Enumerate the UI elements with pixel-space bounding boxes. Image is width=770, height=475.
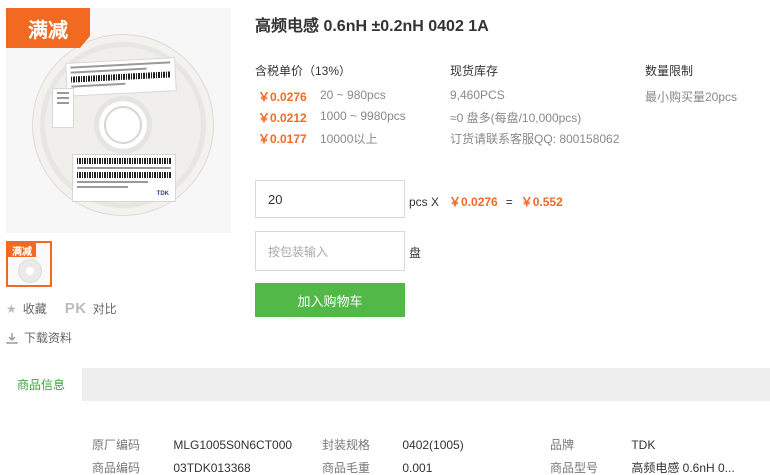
reel-label-top xyxy=(65,57,177,97)
download-icon xyxy=(6,332,18,344)
calc-total-price: ￥0.552 xyxy=(520,195,563,209)
pcs-label: pcs X xyxy=(409,194,440,209)
spec-key: 商品编码 xyxy=(92,461,141,475)
product-title: 高频电感 0.6nH ±0.2nH 0402 1A xyxy=(255,18,489,35)
spec-key: 封装规格 xyxy=(322,438,371,452)
spec-key: 原厂编码 xyxy=(92,438,141,452)
spec-model: 商品型号 高频电感 0.6nH 0... xyxy=(550,459,735,475)
limit-header: 数量限制 xyxy=(645,64,694,78)
spec-value: 0.001 xyxy=(402,461,433,475)
star-icon[interactable]: ★ xyxy=(6,302,17,316)
stock-contact: 订货请联系客服QQ: 800158062 xyxy=(450,132,620,146)
spec-value: 0402(1005) xyxy=(402,438,464,452)
thumbnail-promo-badge: 满减 xyxy=(8,243,36,258)
spec-value: TDK xyxy=(631,438,656,452)
pack-unit-label: 盘 xyxy=(409,246,422,260)
tab-product-info[interactable]: 商品信息 xyxy=(0,368,82,401)
reel-hub xyxy=(104,106,142,144)
stock-header: 现货库存 xyxy=(450,64,499,78)
tier-range: 1000 ~ 9980pcs xyxy=(320,109,406,123)
spec-key: 商品毛重 xyxy=(322,461,371,475)
tier-price: ￥0.0276 xyxy=(258,90,307,104)
compare-link[interactable]: 对比 xyxy=(93,300,117,317)
equals-sign: = xyxy=(505,194,513,209)
price-tier-3: ￥0.0177 10000以上 xyxy=(258,130,377,147)
reel-label-bottom: TDK xyxy=(72,154,176,202)
add-to-cart-button[interactable]: 加入购物车 xyxy=(255,283,405,317)
spec-key: 品牌 xyxy=(550,438,575,452)
reel-label-side xyxy=(52,88,74,128)
price-tier-1: ￥0.0276 20 ~ 980pcs xyxy=(258,88,386,105)
price-calculation: pcs X ￥0.0276 = ￥0.552 xyxy=(409,193,563,210)
min-purchase: 最小购买量20pcs xyxy=(645,90,738,104)
price-tier-2: ￥0.0212 1000 ~ 9980pcs xyxy=(258,109,406,126)
stock-quantity: 9,460PCS xyxy=(450,88,505,102)
spec-gross-weight: 商品毛重 0.001 xyxy=(322,459,432,475)
price-header: 含税单价（13%） xyxy=(255,64,352,78)
product-actions: ★ 收藏 PK 对比 xyxy=(6,300,117,317)
spec-package: 封装规格 0402(1005) xyxy=(322,436,464,453)
spec-value: MLG1005S0N6CT000 xyxy=(173,438,293,452)
product-main-image: TDK 满减 xyxy=(6,8,231,233)
promo-badge: 满减 xyxy=(6,8,90,48)
spec-mfr-code: 原厂编码 MLG1005S0N6CT000 xyxy=(92,436,292,453)
tier-price: ￥0.0177 xyxy=(258,132,307,146)
tdk-logo: TDK xyxy=(156,191,169,197)
pack-quantity-input[interactable]: 按包装输入 xyxy=(255,231,405,271)
spec-key: 商品型号 xyxy=(550,461,599,475)
quantity-input[interactable]: 20 xyxy=(255,180,405,218)
tier-range: 10000以上 xyxy=(320,132,378,146)
spec-value: 高频电感 0.6nH 0... xyxy=(631,461,735,475)
spec-product-code: 商品编码 03TDK013368 xyxy=(92,459,251,475)
download-datasheet-link[interactable]: 下载资料 xyxy=(6,329,72,346)
info-tab-bar: 商品信息 xyxy=(0,368,770,401)
calc-unit-price: ￥0.0276 xyxy=(449,195,498,209)
tier-range: 20 ~ 980pcs xyxy=(320,88,386,102)
download-label: 下载资料 xyxy=(24,331,73,345)
thumbnail-reel-image xyxy=(18,259,42,283)
spec-value: 03TDK013368 xyxy=(173,461,251,475)
stock-reels: ≈0 盘多(每盘/10,000pcs) xyxy=(450,111,582,125)
favorite-link[interactable]: 收藏 xyxy=(23,300,47,317)
tier-price: ￥0.0212 xyxy=(258,111,307,125)
pk-icon[interactable]: PK xyxy=(65,300,87,317)
spec-brand: 品牌 TDK xyxy=(550,436,655,453)
product-thumbnail[interactable]: 满减 xyxy=(6,241,52,287)
